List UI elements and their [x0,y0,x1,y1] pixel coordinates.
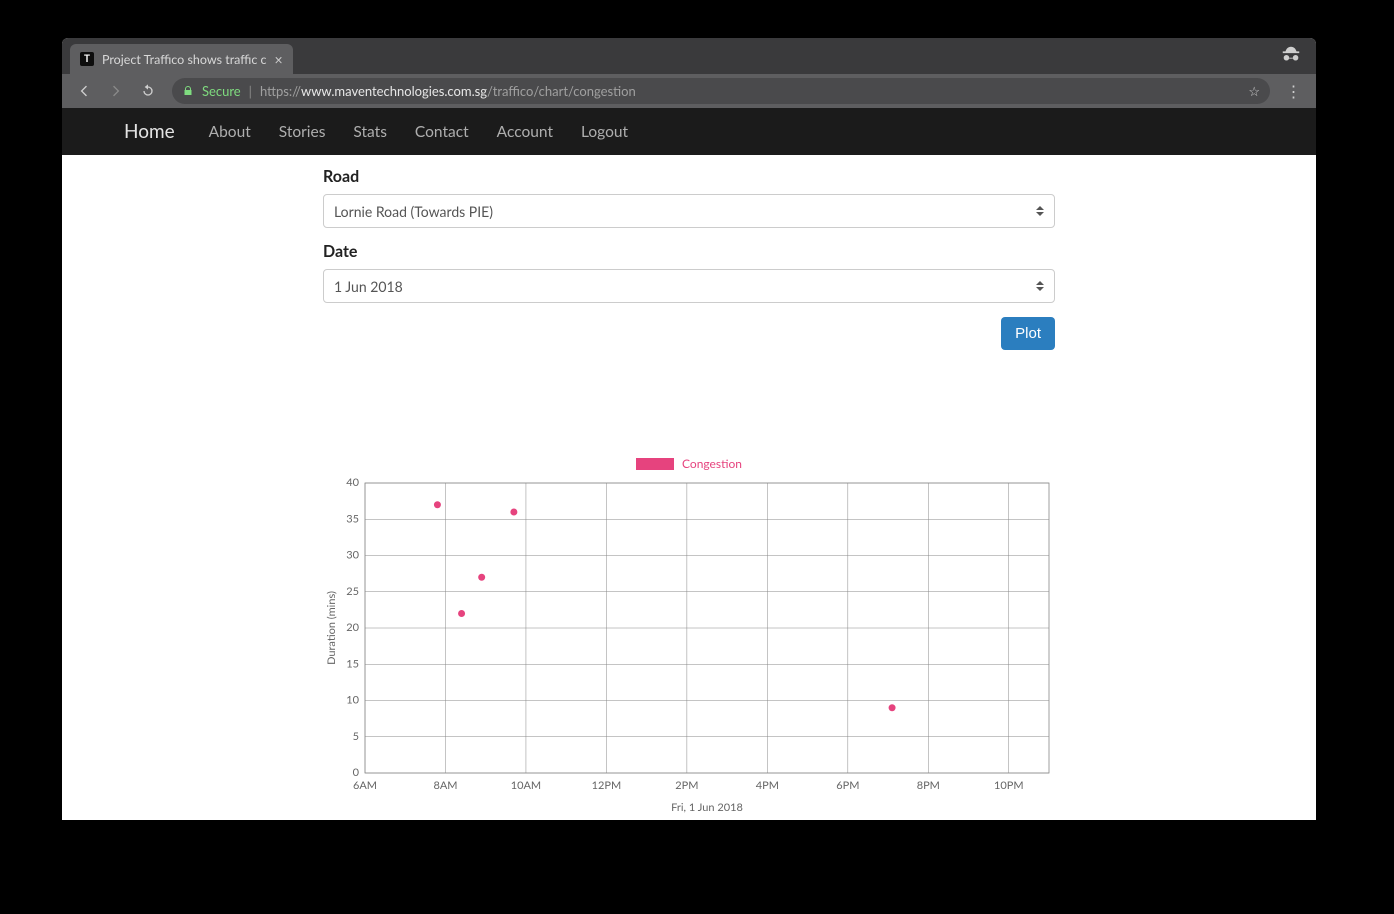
svg-text:35: 35 [346,512,359,525]
nav-home[interactable]: Home [124,120,175,143]
reload-button[interactable] [134,77,162,105]
favicon-icon: T [80,52,94,66]
date-select-value: 1 Jun 2018 [334,278,403,295]
svg-text:0: 0 [353,766,360,779]
incognito-icon [1280,44,1302,66]
svg-text:30: 30 [346,549,359,562]
tab-title: Project Traffico shows traffic c [102,52,267,67]
secure-label: Secure [202,83,241,99]
close-tab-icon[interactable]: × [275,51,283,68]
legend-swatch [636,458,674,470]
svg-text:6AM: 6AM [353,779,377,792]
plot-button[interactable]: Plot [1001,317,1055,350]
address-bar[interactable]: Secure | https://www.maventechnologies.c… [172,78,1270,104]
page-content: Road Lornie Road (Towards PIE) Date 1 Ju… [62,155,1316,820]
svg-text:40: 40 [346,477,359,489]
nav-stats[interactable]: Stats [353,123,387,141]
browser-tab[interactable]: T Project Traffico shows traffic c × [70,44,293,74]
browser-tab-strip: T Project Traffico shows traffic c × [62,38,1316,74]
chevron-updown-icon [1034,279,1046,293]
legend-label: Congestion [682,456,742,471]
svg-text:10AM: 10AM [511,779,541,792]
svg-text:25: 25 [346,585,359,598]
svg-text:20: 20 [346,621,359,634]
svg-text:2PM: 2PM [675,779,698,792]
svg-text:6PM: 6PM [836,779,859,792]
site-navbar: Home About Stories Stats Contact Account… [62,108,1316,155]
chart-legend: Congestion [323,456,1055,471]
browser-window: T Project Traffico shows traffic c × Sec… [62,38,1316,820]
browser-menu-button[interactable]: ⋮ [1280,82,1308,101]
date-label: Date [323,242,1055,261]
svg-text:Fri, 1 Jun 2018: Fri, 1 Jun 2018 [671,801,743,814]
lock-icon [182,85,194,97]
road-label: Road [323,167,1055,186]
road-select-value: Lornie Road (Towards PIE) [334,203,493,220]
separator: | [249,83,252,99]
svg-text:15: 15 [346,657,359,670]
nav-stories[interactable]: Stories [279,123,326,141]
congestion-chart: 0 5 10 15 20 25 30 35 40 6AM 8AM 10AM 12PM 2PM 4PM 6PM 8… [323,477,1055,817]
forward-button[interactable] [102,77,130,105]
svg-text:4PM: 4PM [756,779,779,792]
browser-toolbar: Secure | https://www.maventechnologies.c… [62,74,1316,108]
url-text: https://www.maventechnologies.com.sg/tra… [260,83,636,99]
new-tab-button[interactable] [293,54,309,58]
road-select[interactable]: Lornie Road (Towards PIE) [323,194,1055,228]
svg-text:8PM: 8PM [917,779,940,792]
svg-text:8AM: 8AM [433,779,457,792]
congestion-form: Road Lornie Road (Towards PIE) Date 1 Ju… [323,155,1055,303]
svg-text:10: 10 [346,694,359,707]
chart-container: Congestion 0 5 10 15 20 25 30 35 40 6AM 8AM 10AM 12P… [323,350,1055,817]
svg-text:12PM: 12PM [592,779,622,792]
back-button[interactable] [70,77,98,105]
nav-about[interactable]: About [209,123,251,141]
nav-logout[interactable]: Logout [581,123,628,141]
svg-text:Duration (mins): Duration (mins) [325,591,338,665]
svg-text:5: 5 [353,730,359,743]
chevron-updown-icon [1034,204,1046,218]
svg-text:10PM: 10PM [994,779,1024,792]
bookmark-star-icon[interactable]: ☆ [1248,83,1260,100]
date-select[interactable]: 1 Jun 2018 [323,269,1055,303]
nav-account[interactable]: Account [497,123,553,141]
nav-contact[interactable]: Contact [415,123,469,141]
